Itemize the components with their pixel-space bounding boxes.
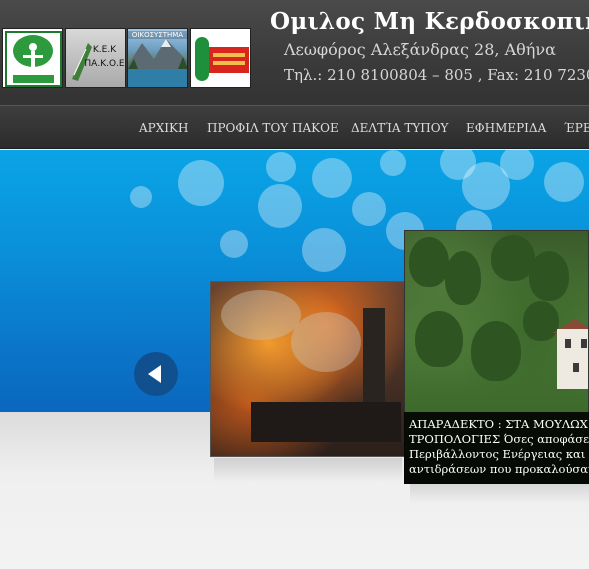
caption-line: Περιβάλλοντος Ενέργειας και Κ	[409, 447, 589, 461]
slide-reflection	[410, 484, 589, 504]
site-address: Λεωφόρος Αλεξάνδρας 28, Αθήνα	[284, 40, 556, 59]
slider-prev-button[interactable]	[134, 352, 178, 396]
site-header: Κ.Ε.Κ ΠΑ.Κ.Ο.Ε ΟΙΚΟΣΥΣΤΗΜΑ Ομιλος Μη Κερ…	[0, 0, 589, 105]
oikosystima-logo[interactable]: ΟΙΚΟΣΥΣΤΗΜΑ	[127, 28, 188, 88]
tree	[445, 251, 481, 305]
bokeh-light	[500, 150, 534, 180]
site-title: Ομιλος Μη Κερδοσκοπικω	[270, 8, 589, 35]
caption-line: αντιδράσεων που προκαλούσαν	[409, 462, 589, 476]
caption-line: ΑΠΑΡΑΔΕΚΤΟ : ΣΤΑ ΜΟΥΛΩΧ	[409, 417, 588, 431]
kek-label: Κ.Ε.Κ	[92, 45, 117, 55]
arrow-left-icon	[148, 365, 161, 383]
site-phone: Τηλ.: 210 8100804 – 805 , Fax: 210 72305	[284, 66, 589, 84]
nav-item-profile[interactable]: ΠΡΟΦΙΛ ΤΟΥ ΠΑΚΟΕ	[207, 121, 339, 135]
bokeh-light	[220, 230, 248, 258]
tree-person-icon	[5, 31, 62, 87]
tree	[471, 321, 521, 381]
nav-item-press-releases[interactable]: ΔΕΛΤΊΑ ΤΥΠΟΥ	[351, 121, 448, 135]
green-organization-logo[interactable]	[2, 28, 63, 88]
nav-item-research[interactable]: ΈΡΕ	[564, 121, 589, 135]
smoke-cloud	[221, 290, 301, 340]
tree	[415, 311, 463, 367]
emblem-icon	[191, 29, 250, 87]
house	[557, 329, 588, 389]
house-window	[581, 339, 587, 348]
main-nav: ΑΡΧΙΚΗ ΠΡΟΦΙΛ ΤΟΥ ΠΑΚΟΕ ΔΕΛΤΊΑ ΤΥΠΟΥ ΕΦΗ…	[0, 105, 589, 149]
bokeh-light	[380, 150, 406, 176]
house-window	[565, 339, 571, 348]
house-window	[573, 363, 579, 372]
bokeh-light	[352, 192, 386, 226]
nav-item-newspaper[interactable]: ΕΦΗΜΕΡΙΔΑ	[466, 121, 546, 135]
slide-caption[interactable]: ΑΠΑΡΑΔΕΚΤΟ : ΣΤΑ ΜΟΥΛΩΧ ΤΡΟΠΟΛΟΓΙΕΣ Όσες…	[404, 412, 589, 484]
red-green-logo[interactable]	[190, 28, 251, 88]
slide-reflection	[214, 458, 402, 482]
slide-image-fire[interactable]	[210, 281, 405, 457]
nav-item-home[interactable]: ΑΡΧΙΚΗ	[139, 121, 188, 135]
tree	[529, 251, 569, 301]
bokeh-light	[544, 162, 584, 202]
factory-silhouette	[251, 402, 401, 442]
bokeh-light	[258, 184, 302, 228]
kek-pakoe-logo[interactable]: Κ.Ε.Κ ΠΑ.Κ.Ο.Ε	[65, 28, 126, 88]
bokeh-light	[312, 158, 352, 198]
mountain-lake-icon	[128, 39, 187, 87]
tree	[409, 237, 449, 287]
caption-line: ΤΡΟΠΟΛΟΓΙΕΣ Όσες αποφάσεις	[409, 432, 589, 446]
bokeh-light	[266, 152, 296, 182]
smoke-cloud	[291, 312, 361, 372]
bokeh-light	[178, 160, 224, 206]
bokeh-light	[302, 228, 346, 272]
pakoe-label: ΠΑ.Κ.Ο.Ε	[84, 59, 125, 69]
bokeh-light	[130, 186, 152, 208]
